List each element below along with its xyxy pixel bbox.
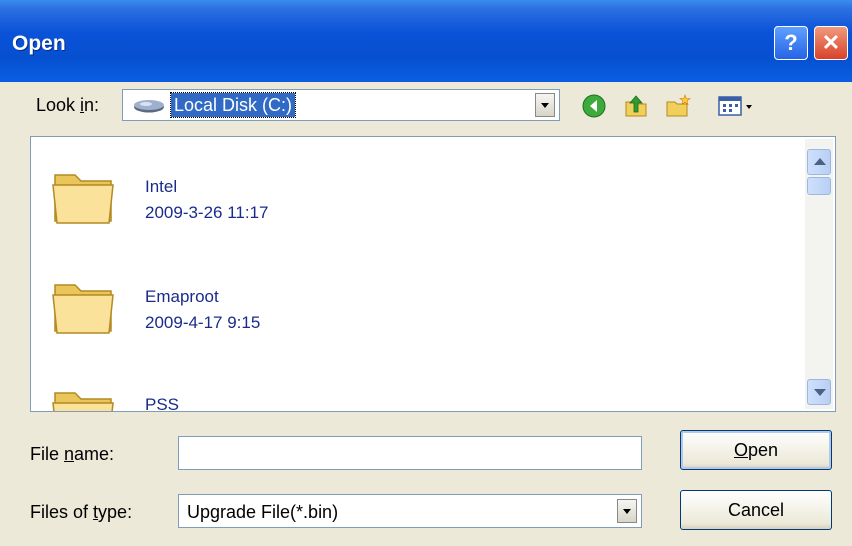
file-name-mnemonic: n: [64, 444, 75, 464]
look-in-label-post: n:: [84, 95, 100, 115]
back-icon[interactable]: [580, 92, 608, 120]
scroll-thumb[interactable]: [807, 177, 831, 195]
look-in-label-pre: Look: [36, 95, 81, 115]
file-type-label-pre: Files of: [30, 502, 94, 522]
file-type-dropdown[interactable]: Upgrade File(*.bin): [178, 494, 642, 528]
file-name-label-pre: File: [30, 444, 65, 464]
views-menu-icon[interactable]: [716, 92, 760, 120]
file-item-emaproot[interactable]: Emaproot 2009-4-17 9:15: [31, 273, 791, 363]
file-item-pss[interactable]: PSS: [31, 381, 791, 412]
file-item-intel[interactable]: Intel 2009-3-26 11:17: [31, 163, 791, 253]
drive-icon: [134, 100, 164, 113]
open-button[interactable]: Open: [680, 430, 832, 470]
window-title: Open: [12, 32, 66, 55]
file-type-value: Upgrade File(*.bin): [187, 502, 339, 522]
look-in-dropdown[interactable]: Local Disk (C:): [122, 89, 560, 121]
open-label-rest: pen: [747, 440, 779, 460]
folder-icon: [52, 284, 114, 334]
close-button[interactable]: ✕: [814, 26, 848, 60]
file-list[interactable]: Intel 2009-3-26 11:17 Emaproot 2009-4-17…: [30, 136, 836, 412]
cancel-button[interactable]: Cancel: [680, 490, 832, 530]
open-dialog: Open ? ✕ Look in: Local Disk (C:) Intel …: [0, 0, 852, 546]
look-in-value: Local Disk (C:): [169, 92, 297, 118]
title-bar[interactable]: Open ? ✕: [0, 0, 852, 82]
file-type-label-post: ype:: [98, 502, 133, 522]
file-name: PSS: [145, 395, 180, 412]
file-name-label: File name:: [30, 444, 114, 465]
scroll-up-button[interactable]: [807, 149, 831, 175]
folder-icon: [52, 174, 114, 224]
file-type-dropdown-arrow[interactable]: [617, 499, 637, 523]
file-name-label-post: ame:: [74, 444, 115, 464]
scroll-down-button[interactable]: [807, 379, 831, 405]
up-folder-icon[interactable]: [622, 92, 650, 120]
new-folder-icon[interactable]: [664, 92, 692, 120]
vertical-scrollbar[interactable]: [805, 139, 833, 409]
look-in-label: Look in:: [36, 95, 99, 116]
file-date: 2009-4-17 9:15: [145, 313, 261, 332]
help-button[interactable]: ?: [774, 26, 808, 60]
file-date: 2009-3-26 11:17: [145, 203, 269, 222]
look-in-dropdown-arrow[interactable]: [535, 93, 555, 117]
open-mnemonic: O: [733, 440, 748, 460]
file-name: Intel: [145, 177, 178, 196]
file-name: Emaproot: [145, 287, 219, 306]
file-name-input[interactable]: [178, 436, 642, 470]
file-type-label: Files of type:: [30, 502, 132, 523]
folder-icon: [52, 392, 114, 411]
